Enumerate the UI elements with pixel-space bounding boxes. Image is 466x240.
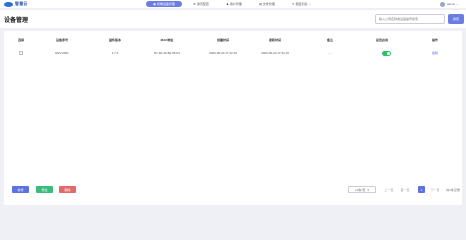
avatar — [440, 1, 445, 7]
nav-tab-label: 文件管理 — [262, 2, 275, 6]
column-header: 操作 — [431, 38, 439, 42]
table-row: DEV-0001 1.7.3 8C:1E:4A:B2:05:D1 2020-06… — [4, 48, 462, 58]
device-icon: ▣ — [153, 2, 156, 6]
chevron-down-icon: ⌄ — [456, 2, 459, 6]
app-name: 智慧云 — [15, 1, 28, 6]
enabled-toggle[interactable] — [382, 51, 391, 56]
edit-link[interactable]: 编辑 — [432, 51, 438, 55]
column-header: MAC地址 — [160, 38, 174, 42]
page-size-value: 10条/页 — [355, 187, 366, 192]
page-header: 设备管理 搜索 — [0, 10, 466, 28]
nav-tab-label: 用户管理 — [229, 2, 242, 6]
search-button[interactable]: 搜索 — [448, 14, 464, 24]
column-header: 选择 — [17, 38, 25, 42]
column-header: 创建时间 — [216, 38, 230, 42]
nav-tab-device[interactable]: ▣ 终端设备管理 — [146, 1, 182, 7]
nav-tab-label: 终端设备管理 — [156, 2, 175, 6]
user-menu[interactable]: admin ⌄ — [440, 1, 459, 7]
next-page-button[interactable]: 下一页 — [428, 186, 442, 193]
chevron-down-icon: ⌄ — [308, 2, 312, 6]
file-icon: ▤ — [259, 2, 262, 6]
user-name: admin — [447, 2, 456, 6]
firmware-version: 1.7.3 — [111, 51, 119, 55]
delete-button[interactable]: 删除 — [59, 186, 76, 193]
device-number: DEV-0001 — [55, 51, 69, 55]
total-records: 共1条记录 — [446, 187, 460, 192]
page-number-button[interactable]: 1 — [418, 186, 425, 193]
add-button[interactable]: 新增 — [12, 186, 29, 193]
created-time: 2020-06-20 17:32:16 — [209, 51, 237, 55]
device-table-panel: 选择 设备序号 固件版本 MAC地址 创建时间 更新时间 备注 是否启用 操作 … — [4, 31, 462, 205]
remark: - - — [328, 51, 332, 55]
nav-tab-file[interactable]: ▤ 文件管理 — [252, 1, 282, 7]
settings-icon: ⚙ — [193, 2, 196, 6]
column-header: 设备序号 — [55, 38, 69, 42]
column-header: 备注 — [326, 38, 334, 42]
logo-icon — [4, 1, 13, 7]
column-header: 固件版本 — [108, 38, 122, 42]
page-size-select[interactable]: 10条/页 ▾ — [348, 186, 376, 193]
note-icon: ✎ — [291, 2, 295, 6]
table-header: 选择 设备序号 固件版本 MAC地址 创建时间 更新时间 备注 是否启用 操作 — [4, 36, 462, 44]
page-title: 设备管理 — [4, 18, 29, 24]
row-checkbox[interactable] — [19, 51, 23, 55]
top-navbar: 智慧云 ▣ 终端设备管理 ⚙ 通讯配置 ♟ 用户管理 ▤ 文件管理 ✎ 便签列表… — [0, 0, 466, 8]
nav-tab-label: 通讯配置 — [196, 2, 209, 6]
app-logo[interactable]: 智慧云 — [4, 1, 34, 7]
nav-tab-user[interactable]: ♟ 用户管理 — [219, 1, 249, 7]
user-icon: ♟ — [226, 2, 229, 6]
mac-address: 8C:1E:4A:B2:05:D1 — [153, 51, 181, 55]
column-header: 是否启用 — [375, 38, 389, 42]
export-button[interactable]: 导出 — [36, 186, 53, 193]
prev-page-button[interactable]: 上一页 — [382, 186, 396, 193]
search-input[interactable] — [375, 14, 445, 24]
toggle-knob — [387, 52, 390, 55]
nav-tab-comm[interactable]: ⚙ 通讯配置 — [186, 1, 216, 7]
first-page-button[interactable]: 首一页 — [396, 186, 414, 193]
column-header: 更新时间 — [268, 38, 282, 42]
nav-tab-notes[interactable]: ✎ 便签列表 ⌄ — [285, 1, 319, 7]
nav-tab-label: 便签列表 — [295, 2, 308, 6]
updated-time: 2020-06-20 17:32:16 — [261, 51, 289, 55]
chevron-down-icon: ▾ — [367, 187, 369, 192]
